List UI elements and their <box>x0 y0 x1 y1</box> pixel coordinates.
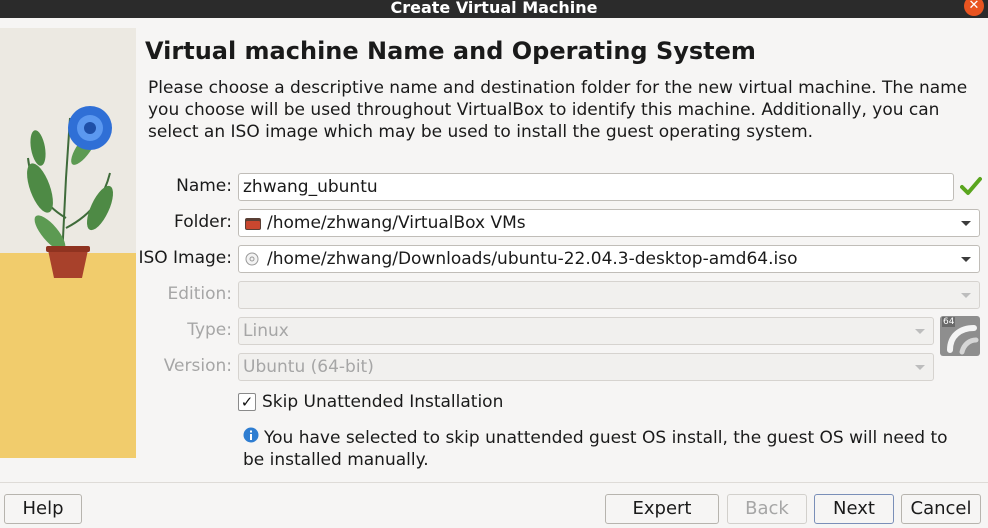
footer-divider <box>0 482 988 483</box>
os-logo-shape <box>947 325 979 355</box>
folder-icon <box>245 218 261 230</box>
chevron-down-icon <box>915 329 925 334</box>
chevron-down-icon <box>961 221 971 226</box>
info-message: You have selected to skip unattended gue… <box>243 428 948 470</box>
version-label: Version: <box>136 356 232 376</box>
edition-label: Edition: <box>136 284 232 304</box>
name-input-value: zhwang_ubuntu <box>243 177 378 197</box>
iso-label-text: ISO Image: <box>138 248 232 268</box>
iso-label: ISO Image: <box>136 248 232 268</box>
plant-illustration <box>0 28 136 458</box>
skip-unattended-label[interactable]: Skip Unattended Installation <box>262 392 503 412</box>
edition-select[interactable] <box>238 281 980 309</box>
expert-mode-button[interactable]: Expert Mode <box>605 494 719 528</box>
os-type-icon: 64 <box>940 316 980 356</box>
type-select[interactable]: Linux <box>238 317 934 345</box>
valid-check-icon <box>960 177 982 195</box>
chevron-down-icon <box>915 365 925 370</box>
chevron-down-icon <box>961 257 971 262</box>
iso-select-value: /home/zhwang/Downloads/ubuntu-22.04.3-de… <box>267 249 798 269</box>
window-titlebar: Create Virtual Machine ✕ <box>0 0 988 18</box>
version-select[interactable]: Ubuntu (64-bit) <box>238 353 934 381</box>
help-button[interactable]: Help <box>4 494 82 524</box>
folder-label-text: Folder: <box>174 212 232 232</box>
next-button[interactable]: Next <box>814 494 894 524</box>
skip-unattended-checkbox[interactable]: ✓ <box>238 393 256 411</box>
window-title: Create Virtual Machine <box>390 0 598 17</box>
name-label-text: Name: <box>176 176 232 196</box>
disc-icon <box>245 252 259 266</box>
close-icon[interactable]: ✕ <box>964 0 984 16</box>
type-select-value: Linux <box>243 321 289 341</box>
wizard-banner <box>0 28 136 458</box>
type-label-text: Type: <box>187 320 232 340</box>
folder-select[interactable]: /home/zhwang/VirtualBox VMs <box>238 209 980 237</box>
chevron-down-icon <box>961 293 971 298</box>
type-label: Type: <box>136 320 232 340</box>
page-title: Virtual machine Name and Operating Syste… <box>145 37 756 65</box>
folder-label: Folder: <box>136 212 232 232</box>
back-button[interactable]: Back <box>727 494 807 524</box>
cancel-button[interactable]: Cancel <box>901 494 981 524</box>
edition-label-text: Edition: <box>167 284 232 304</box>
name-label: Name: <box>136 176 232 196</box>
version-label-text: Version: <box>163 356 232 376</box>
iso-select[interactable]: /home/zhwang/Downloads/ubuntu-22.04.3-de… <box>238 245 980 273</box>
name-input[interactable]: zhwang_ubuntu <box>238 173 954 201</box>
page-description: Please choose a descriptive name and des… <box>148 78 968 142</box>
version-select-value: Ubuntu (64-bit) <box>243 357 374 377</box>
folder-select-value: /home/zhwang/VirtualBox VMs <box>267 213 526 233</box>
